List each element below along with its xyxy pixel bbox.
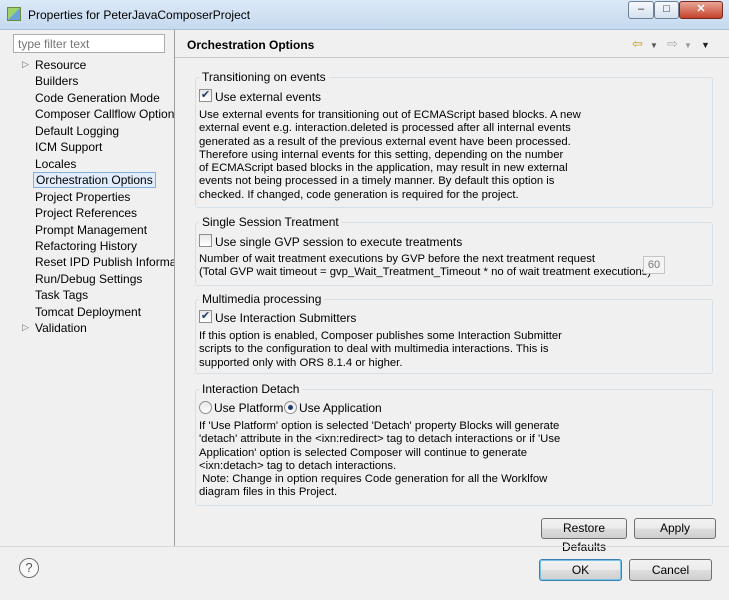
app-icon bbox=[7, 7, 21, 21]
tree-item-label: Default Logging bbox=[35, 123, 120, 138]
chevron-down-icon[interactable]: ▼ bbox=[650, 41, 658, 50]
radio-label: Use Application bbox=[299, 401, 382, 415]
group-title: Interaction Detach bbox=[199, 382, 303, 396]
tree-item-label: Prompt Management bbox=[35, 222, 148, 237]
footer-divider bbox=[0, 546, 729, 547]
tree-item-label: Project References bbox=[35, 206, 138, 221]
tree-item-label: Locales bbox=[35, 156, 77, 171]
tree-item[interactable]: ▷ Validation bbox=[0, 320, 175, 336]
use-platform-radio[interactable] bbox=[199, 401, 212, 414]
filter-input[interactable] bbox=[13, 34, 165, 53]
tree-item-label: Reset IPD Publish Informati bbox=[35, 255, 175, 270]
tree-item-label: Project Properties bbox=[35, 189, 131, 204]
close-button[interactable]: ✕ bbox=[679, 1, 723, 19]
group-title: Single Session Treatment bbox=[199, 215, 342, 229]
tree-item[interactable]: Project Properties bbox=[0, 189, 175, 205]
tree-item[interactable]: Builders bbox=[0, 73, 175, 89]
tree-item-label: Orchestration Options bbox=[33, 172, 156, 189]
group-title: Multimedia processing bbox=[199, 292, 325, 306]
tree-item[interactable]: ICM Support bbox=[0, 139, 175, 155]
window-title: Properties for PeterJavaComposerProject bbox=[28, 8, 251, 22]
use-single-gvp-session-checkbox[interactable] bbox=[199, 234, 212, 247]
tree-item[interactable]: Task Tags bbox=[0, 287, 175, 303]
ok-button[interactable]: OK bbox=[539, 559, 622, 581]
tree-item[interactable]: Locales bbox=[0, 156, 175, 172]
minimize-button[interactable]: – bbox=[628, 1, 654, 19]
help-icon[interactable]: ? bbox=[19, 558, 39, 578]
cancel-button[interactable]: Cancel bbox=[629, 559, 712, 581]
tree-item-label: Validation bbox=[35, 321, 87, 336]
view-menu-icon[interactable]: ▼ bbox=[701, 40, 710, 50]
tree-item[interactable]: Refactoring History bbox=[0, 238, 175, 254]
tree-item[interactable]: Composer Callflow Option bbox=[0, 106, 175, 122]
page-title: Orchestration Options bbox=[187, 38, 315, 52]
wait-executions-input[interactable]: 60 bbox=[643, 256, 665, 274]
multimedia-description: If this option is enabled, Composer publ… bbox=[199, 330, 562, 369]
use-interaction-submitters-checkbox[interactable]: ✔ bbox=[199, 310, 212, 323]
tree-item[interactable]: Tomcat Deployment bbox=[0, 304, 175, 320]
tree-item-label: Refactoring History bbox=[35, 238, 138, 253]
tree-item[interactable]: Reset IPD Publish Informati bbox=[0, 254, 175, 270]
session-description: Number of wait treatment executions by G… bbox=[199, 253, 652, 279]
apply-button[interactable]: Apply bbox=[634, 518, 716, 539]
checkbox-label: Use single GVP session to execute treatm… bbox=[215, 235, 463, 249]
use-external-events-checkbox[interactable]: ✔ bbox=[199, 89, 212, 102]
tree-item[interactable]: Orchestration Options bbox=[0, 172, 175, 189]
detach-description: If 'Use Platform' option is selected 'De… bbox=[199, 420, 561, 499]
tree-item-label: Composer Callflow Option bbox=[35, 107, 175, 122]
title-bar: Properties for PeterJavaComposerProject … bbox=[0, 0, 729, 30]
tree-item[interactable]: Default Logging bbox=[0, 123, 175, 139]
tree-item-label: Run/Debug Settings bbox=[35, 271, 143, 286]
tree-item-label: Task Tags bbox=[35, 288, 89, 303]
tree-item[interactable]: Code Generation Mode bbox=[0, 90, 175, 106]
tree-item[interactable]: Project References bbox=[0, 205, 175, 221]
tree-item-label: Resource bbox=[35, 58, 87, 72]
checkbox-label: Use external events bbox=[215, 90, 322, 104]
forward-arrow-icon[interactable]: ⇨ bbox=[667, 36, 678, 52]
tree-item-label: Code Generation Mode bbox=[35, 90, 160, 105]
radio-label: Use Platform bbox=[214, 401, 284, 415]
transitioning-description: Use external events for transitioning ou… bbox=[199, 109, 581, 201]
group-title: Transitioning on events bbox=[199, 70, 329, 84]
maximize-button[interactable]: □ bbox=[654, 1, 679, 19]
tree-item[interactable]: Prompt Management bbox=[0, 222, 175, 238]
tree-item-label: Builders bbox=[35, 74, 79, 89]
tree-item-label: Tomcat Deployment bbox=[35, 304, 142, 319]
use-application-radio[interactable] bbox=[284, 401, 297, 414]
chevron-down-icon[interactable]: ▼ bbox=[684, 41, 692, 50]
back-arrow-icon[interactable]: ⇦ bbox=[632, 36, 643, 52]
restore-defaults-button[interactable]: Restore Defaults bbox=[541, 518, 627, 554]
expand-arrow-icon[interactable]: ▷ bbox=[22, 59, 29, 70]
tree-item[interactable]: ▷ Resource bbox=[0, 57, 175, 73]
checkbox-label: Use Interaction Submitters bbox=[215, 311, 357, 325]
tree-item[interactable]: Run/Debug Settings bbox=[0, 271, 175, 287]
tree-item-label: ICM Support bbox=[35, 140, 103, 155]
expand-arrow-icon[interactable]: ▷ bbox=[22, 322, 29, 333]
